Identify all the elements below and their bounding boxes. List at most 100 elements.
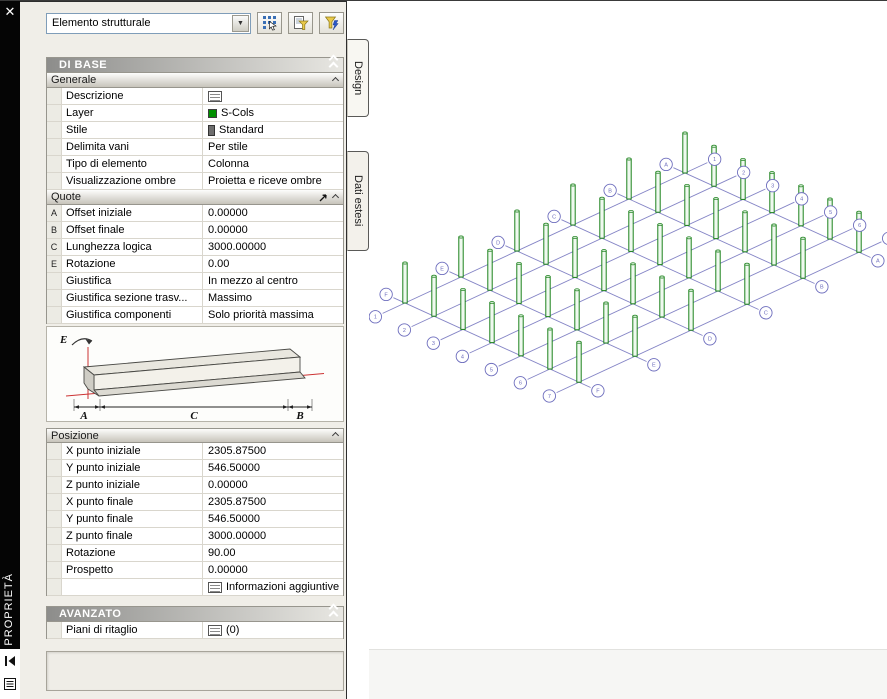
tab-dati-estesi[interactable]: Dati estesi bbox=[347, 151, 369, 251]
property-value-cell[interactable]: 546.50000 bbox=[203, 460, 343, 476]
property-value-cell[interactable]: Massimo bbox=[203, 290, 343, 306]
grid-bubble[interactable]: D bbox=[703, 332, 717, 346]
subsection-header-quote[interactable]: Quote bbox=[46, 190, 344, 205]
property-value-cell[interactable]: 0.00000 bbox=[203, 205, 343, 221]
grid-bubble[interactable]: 2 bbox=[737, 165, 751, 180]
structural-column[interactable] bbox=[715, 249, 721, 292]
pick-point-icon[interactable] bbox=[317, 191, 329, 203]
property-value-cell[interactable]: Proietta e riceve ombre bbox=[203, 173, 343, 189]
structural-column[interactable] bbox=[576, 340, 582, 383]
grid-bubble[interactable]: 4 bbox=[795, 192, 809, 206]
structural-column[interactable] bbox=[599, 196, 605, 239]
structural-column[interactable] bbox=[543, 222, 549, 265]
structural-column[interactable] bbox=[603, 301, 609, 344]
grid-bubble[interactable]: A bbox=[871, 254, 885, 268]
property-value-cell[interactable]: 2305.87500 bbox=[203, 494, 343, 510]
structural-column[interactable] bbox=[800, 236, 806, 279]
section-header-di-base[interactable]: DI BASE bbox=[46, 54, 344, 73]
grid-bubble[interactable]: E bbox=[435, 261, 449, 276]
grid-bubble[interactable]: 7 bbox=[542, 389, 556, 403]
structural-column[interactable] bbox=[572, 235, 578, 278]
chevron-down-icon[interactable]: ▼ bbox=[232, 14, 249, 32]
grid-bubble[interactable]: 1 bbox=[369, 310, 382, 324]
property-value-cell[interactable]: 0.00000 bbox=[203, 477, 343, 493]
property-value-cell[interactable]: Solo priorità massima bbox=[203, 307, 343, 323]
close-icon[interactable]: ✕ bbox=[2, 4, 18, 20]
grid-bubble[interactable]: 5 bbox=[824, 205, 838, 219]
structural-column[interactable] bbox=[742, 210, 748, 253]
subsection-header-generale[interactable]: Generale bbox=[46, 73, 344, 88]
grid-bubble[interactable]: 3 bbox=[426, 336, 440, 350]
grid-bubble[interactable]: F bbox=[591, 384, 605, 398]
structural-column[interactable] bbox=[545, 275, 551, 318]
property-value-cell[interactable]: 2305.87500 bbox=[203, 443, 343, 459]
worksheet-icon[interactable] bbox=[208, 624, 222, 636]
grid-bubble[interactable]: B bbox=[815, 280, 829, 294]
structural-column[interactable] bbox=[489, 301, 495, 344]
grid-bubble[interactable]: 3 bbox=[766, 178, 780, 193]
property-value-cell[interactable]: Per stile bbox=[203, 139, 343, 155]
structural-column[interactable] bbox=[630, 262, 636, 305]
tab-design[interactable]: Design bbox=[347, 39, 369, 117]
structural-column[interactable] bbox=[684, 183, 690, 226]
property-value-cell[interactable]: 546.50000 bbox=[203, 511, 343, 527]
structural-column[interactable] bbox=[601, 249, 607, 292]
structural-column[interactable] bbox=[744, 262, 750, 305]
grid-bubble[interactable]: C bbox=[759, 306, 773, 320]
structural-column[interactable] bbox=[570, 183, 576, 226]
property-value-cell[interactable]: Informazioni aggiuntive bbox=[203, 579, 343, 595]
grid-bubble[interactable]: 2 bbox=[397, 323, 411, 337]
structural-column[interactable] bbox=[688, 288, 694, 331]
property-value-cell[interactable]: 3000.00000 bbox=[203, 528, 343, 544]
property-value-cell[interactable]: In mezzo al centro bbox=[203, 273, 343, 289]
property-value-cell[interactable]: 3000.00000 bbox=[203, 239, 343, 255]
property-value-cell[interactable]: (0) bbox=[203, 622, 343, 638]
grid-bubble[interactable]: F bbox=[379, 287, 393, 302]
structural-column[interactable] bbox=[402, 261, 408, 304]
structural-column[interactable] bbox=[458, 235, 464, 278]
drawing-area[interactable]: 1 1 2 2 3 3 4 4 5 5 6 6 7 7 A A B B C C D D E E F F bbox=[369, 1, 887, 699]
quick-select-button[interactable] bbox=[288, 12, 313, 34]
structural-column[interactable] bbox=[518, 314, 524, 357]
worksheet-icon[interactable] bbox=[208, 90, 222, 102]
structural-column[interactable] bbox=[682, 131, 688, 174]
structural-column[interactable] bbox=[628, 209, 634, 252]
grid-bubble[interactable]: B bbox=[603, 183, 617, 198]
structural-column[interactable] bbox=[514, 209, 520, 252]
grid-bubble[interactable]: D bbox=[491, 235, 505, 250]
property-value-cell[interactable] bbox=[203, 88, 343, 104]
property-value-cell[interactable]: 90.00 bbox=[203, 545, 343, 561]
auto-hide-button[interactable] bbox=[1, 652, 18, 670]
worksheet-icon[interactable] bbox=[208, 581, 222, 593]
filter-button[interactable] bbox=[319, 12, 344, 34]
grid-bubble[interactable]: E bbox=[647, 358, 661, 372]
structural-column[interactable] bbox=[686, 236, 692, 279]
property-value-cell[interactable]: Colonna bbox=[203, 156, 343, 172]
structural-column[interactable] bbox=[771, 223, 777, 266]
grid-bubble[interactable]: A bbox=[659, 157, 673, 172]
property-value-cell[interactable]: 0.00 bbox=[203, 256, 343, 272]
grid-bubble[interactable]: 7 bbox=[882, 231, 887, 245]
drawing-viewport[interactable]: 1 1 2 2 3 3 4 4 5 5 6 6 7 7 A A B B C C D D E E F F bbox=[369, 1, 887, 699]
structural-column[interactable] bbox=[659, 275, 665, 318]
structural-column[interactable] bbox=[431, 274, 437, 317]
section-header-avanzato[interactable]: AVANZATO bbox=[46, 603, 344, 622]
grid-bubble[interactable]: 1 bbox=[708, 152, 722, 166]
subsection-header-posizione[interactable]: Posizione bbox=[46, 428, 344, 443]
grid-bubble[interactable]: 6 bbox=[513, 376, 527, 390]
grid-bubble[interactable]: C bbox=[547, 209, 561, 224]
properties-menu-button[interactable] bbox=[1, 675, 18, 693]
structural-column[interactable] bbox=[460, 287, 466, 330]
property-value-cell[interactable]: Standard bbox=[203, 122, 343, 138]
structural-column[interactable] bbox=[574, 288, 580, 331]
structural-column[interactable] bbox=[516, 261, 522, 304]
grid-bubble[interactable]: 4 bbox=[455, 349, 469, 364]
structural-column[interactable] bbox=[626, 157, 632, 200]
grid-bubble[interactable]: 6 bbox=[853, 218, 867, 232]
structural-column[interactable] bbox=[655, 170, 661, 213]
property-value-cell[interactable]: 0.00000 bbox=[203, 562, 343, 578]
structural-column[interactable] bbox=[632, 314, 638, 357]
structural-column[interactable] bbox=[487, 248, 493, 291]
structural-column[interactable] bbox=[713, 197, 719, 240]
property-value-cell[interactable]: 0.00000 bbox=[203, 222, 343, 238]
